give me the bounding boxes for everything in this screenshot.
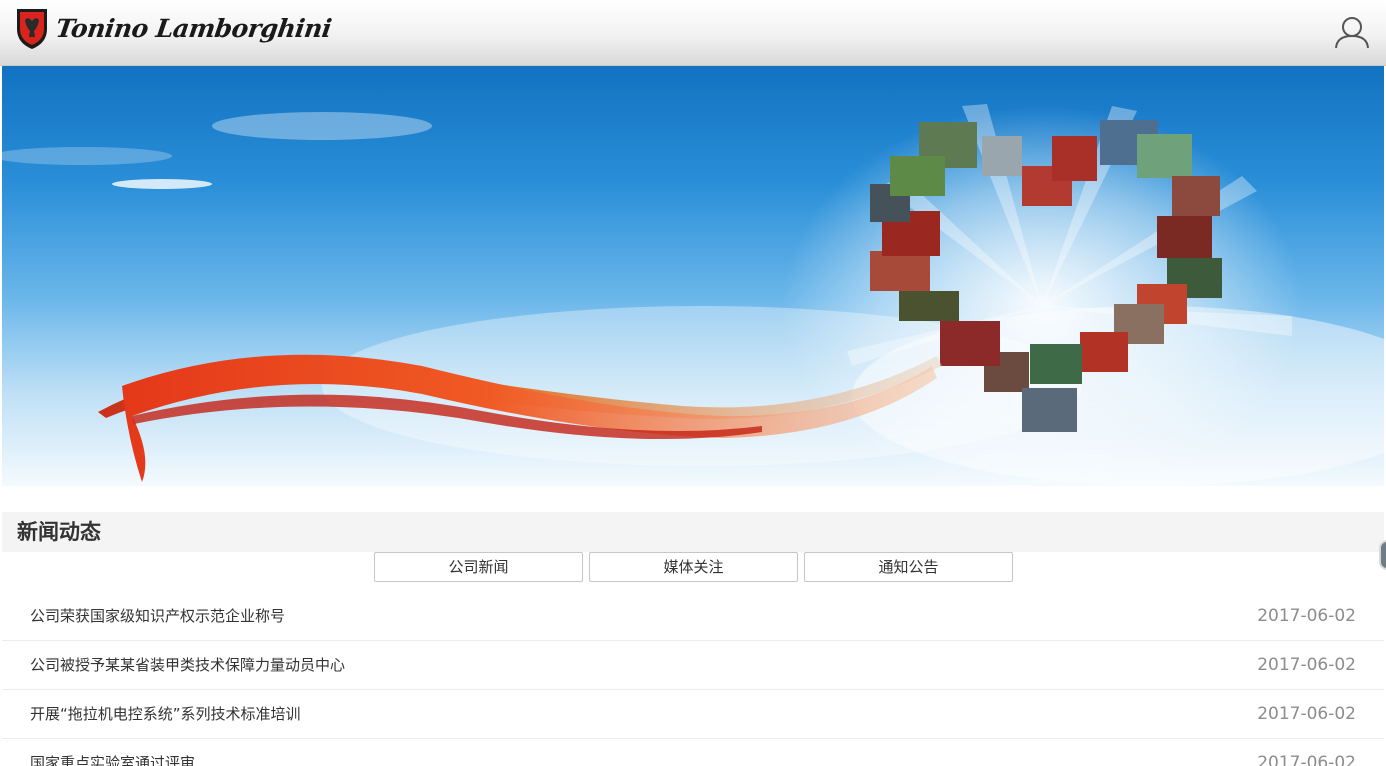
news-item[interactable]: 公司荣获国家级知识产权示范企业称号 2017-06-02 — [2, 592, 1384, 641]
news-date: 2017-06-02 — [1257, 704, 1356, 724]
tab-notices[interactable]: 通知公告 — [804, 552, 1013, 582]
tab-company-news[interactable]: 公司新闻 — [374, 552, 583, 582]
news-title: 公司被授予某某省装甲类技术保障力量动员中心 — [30, 656, 346, 674]
user-icon[interactable] — [1333, 14, 1371, 50]
news-tabs: 公司新闻 媒体关注 通知公告 — [2, 552, 1384, 592]
side-float-handle[interactable] — [1379, 540, 1386, 570]
news-title: 国家重点实验室通过评审 — [30, 754, 196, 766]
news-date: 2017-06-02 — [1257, 753, 1356, 766]
tab-media-focus[interactable]: 媒体关注 — [589, 552, 798, 582]
news-date: 2017-06-02 — [1257, 606, 1356, 626]
bull-shield-icon — [17, 9, 47, 49]
cloud — [212, 112, 432, 140]
news-item[interactable]: 国家重点实验室通过评审 2017-06-02 — [2, 739, 1384, 766]
cloud — [2, 147, 172, 165]
hero-banner — [2, 66, 1384, 486]
banner-illustration — [2, 104, 1384, 486]
brand-logo[interactable]: Tonino Lamborghini — [14, 5, 334, 51]
section-title: 新闻动态 — [17, 520, 101, 544]
news-date: 2017-06-02 — [1257, 655, 1356, 675]
news-item[interactable]: 开展“拖拉机电控系统”系列技术标准培训 2017-06-02 — [2, 690, 1384, 739]
news-section-header: 新闻动态 — [2, 512, 1384, 552]
top-header: Tonino Lamborghini — [0, 0, 1386, 66]
news-item[interactable]: 公司被授予某某省装甲类技术保障力量动员中心 2017-06-02 — [2, 641, 1384, 690]
brand-name: Tonino Lamborghini — [53, 13, 334, 43]
news-title: 公司荣获国家级知识产权示范企业称号 — [30, 607, 286, 625]
news-list: 公司荣获国家级知识产权示范企业称号 2017-06-02 公司被授予某某省装甲类… — [2, 592, 1384, 766]
cloud — [112, 179, 212, 189]
news-title: 开展“拖拉机电控系统”系列技术标准培训 — [30, 705, 301, 723]
